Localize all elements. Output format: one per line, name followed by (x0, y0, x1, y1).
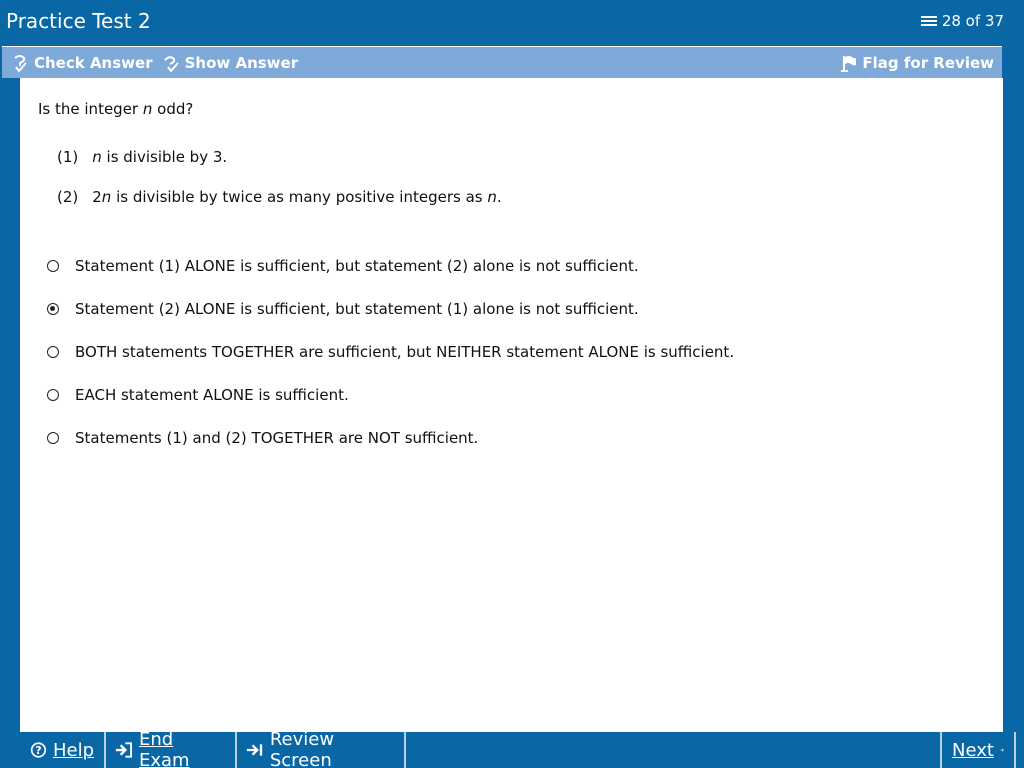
end-exam-label: End Exam (139, 729, 190, 768)
question-list-icon (919, 14, 937, 28)
answer-choice-label: Statement (2) ALONE is sufficient, but s… (75, 300, 639, 318)
review-screen-label: Review Screen (269, 729, 335, 768)
arrow-right-icon (1000, 748, 1004, 752)
answer-choice-label: Statement (1) ALONE is sufficient, but s… (75, 257, 639, 275)
answer-choice-label: Statements (1) and (2) TOGETHER are NOT … (75, 429, 479, 447)
flag-for-review-button[interactable]: Flag for Review (840, 54, 994, 72)
flag-for-review-label: Flag for Review (862, 53, 994, 72)
statement-text: 2n is divisible by twice as many positiv… (92, 188, 502, 206)
title-bar: Practice Test 2 28 of 37 (0, 0, 1024, 44)
statement-number: (2) (57, 188, 79, 206)
radio-button[interactable] (47, 346, 59, 358)
show-answer-icon (163, 55, 179, 72)
window-title: Practice Test 2 (6, 9, 151, 33)
check-answer-label: Check Answer (34, 53, 153, 72)
question-prompt: Is the integer n odd? (38, 100, 194, 118)
radio-button[interactable] (47, 432, 59, 444)
help-button[interactable]: ? Help (20, 732, 106, 768)
help-label: Help (52, 739, 94, 761)
answer-choice[interactable]: Statement (1) ALONE is sufficient, but s… (46, 257, 639, 275)
question-panel: Is the integer n odd? (1) n is divisible… (20, 78, 1003, 732)
review-screen-icon (246, 744, 263, 756)
answer-choice[interactable]: BOTH statements TOGETHER are sufficient,… (46, 343, 734, 361)
show-answer-label: Show Answer (184, 53, 299, 72)
next-label: Next (952, 739, 994, 761)
radio-button[interactable] (47, 303, 59, 315)
statement-2: (2) 2n is divisible by twice as many pos… (57, 188, 502, 206)
review-screen-button[interactable]: Review Screen (235, 729, 406, 768)
statement-text: n is divisible by 3. (92, 148, 228, 166)
answer-choice[interactable]: EACH statement ALONE is sufficient. (46, 386, 349, 404)
statement-1: (1) n is divisible by 3. (57, 148, 227, 166)
statement-number: (1) (57, 148, 79, 166)
answer-choice[interactable]: Statements (1) and (2) TOGETHER are NOT … (46, 429, 478, 447)
answer-choice-label: BOTH statements TOGETHER are sufficient,… (75, 343, 735, 361)
bottom-bar: ? Help End Exam Review Screen Next (20, 729, 1024, 768)
progress-text: 28 of 37 (941, 12, 1004, 30)
end-exam-button[interactable]: End Exam (104, 729, 237, 768)
radio-button[interactable] (47, 260, 59, 272)
question-progress: 28 of 37 (919, 12, 1004, 30)
end-exam-icon (115, 742, 133, 758)
radio-button[interactable] (47, 389, 59, 401)
svg-text:?: ? (35, 744, 41, 757)
answer-choice-label: EACH statement ALONE is sufficient. (75, 386, 349, 404)
show-answer-button[interactable]: Show Answer (163, 53, 299, 72)
toolbar: Check Answer Show Answer Flag for Review (2, 46, 1002, 78)
flag-icon (841, 55, 857, 72)
answer-choice[interactable]: Statement (2) ALONE is sufficient, but s… (46, 300, 639, 318)
check-answer-icon (14, 54, 27, 72)
check-answer-button[interactable]: Check Answer (12, 54, 153, 72)
help-icon: ? (30, 742, 47, 758)
next-button[interactable]: Next (940, 732, 1016, 768)
